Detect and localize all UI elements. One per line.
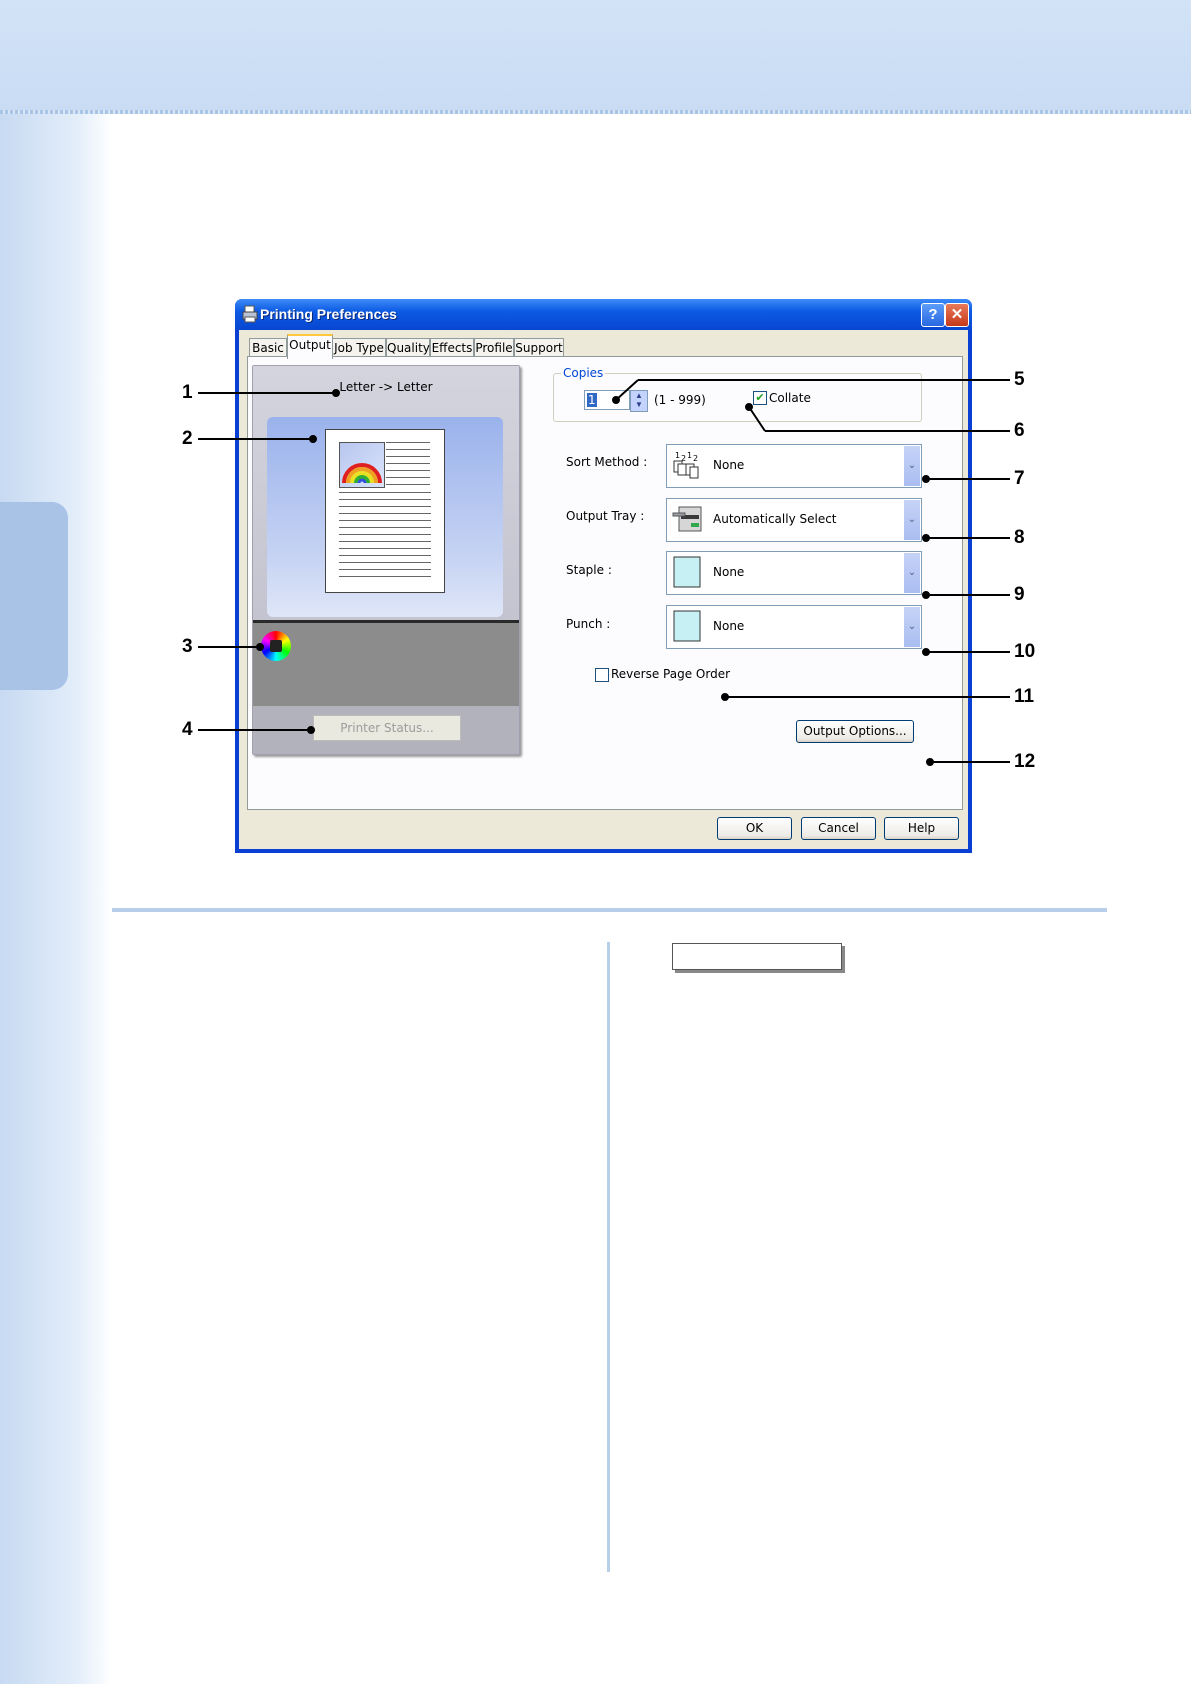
tab-basic[interactable]: Basic: [249, 338, 287, 357]
svg-text:2: 2: [693, 454, 698, 463]
output-tab-panel: Letter -> Letter Printer Status... Copie…: [247, 356, 963, 810]
preview-top: Letter -> Letter: [253, 366, 519, 620]
dialog-client-area: Basic Output Job Type Quality Effects Pr…: [239, 330, 968, 849]
svg-text:1: 1: [675, 451, 680, 460]
close-icon: ✕: [950, 306, 964, 323]
preview-options-area: [253, 620, 519, 709]
header-band-edge: [0, 110, 1191, 114]
page-header-band: [0, 0, 1191, 112]
tab-quality[interactable]: Quality: [386, 338, 430, 357]
punch-value: None: [713, 619, 745, 633]
chevron-down-icon[interactable]: ⌄: [904, 607, 920, 647]
paper-size-label: Letter -> Letter: [339, 380, 433, 394]
page-preview-area: [267, 417, 503, 617]
window-title: Printing Preferences: [260, 306, 397, 322]
chevron-down-icon[interactable]: ⌄: [904, 553, 920, 593]
text-lines-graphic: [339, 492, 431, 583]
sort-pages-icon: 12 12: [673, 451, 699, 479]
callout-9: 9: [1014, 584, 1025, 605]
chevron-down-icon[interactable]: ⌄: [904, 446, 920, 486]
title-bar: Printing Preferences ? ✕: [235, 299, 972, 330]
collate-checkbox[interactable]: ✔: [753, 391, 767, 405]
reverse-page-order-label: Reverse Page Order: [611, 667, 731, 681]
blank-label-box: [672, 943, 842, 970]
callout-12: 12: [1014, 751, 1036, 772]
punch-none-icon: [673, 610, 701, 642]
callout-11: 11: [1014, 686, 1035, 707]
reverse-page-order-checkbox[interactable]: [595, 668, 609, 682]
printing-preferences-dialog: Printing Preferences ? ✕ Basic Output Jo…: [235, 299, 972, 853]
page-side-band: [0, 114, 112, 1684]
sort-method-select[interactable]: 12 12 None ⌄: [666, 444, 922, 488]
callout-8: 8: [1014, 527, 1025, 548]
text-lines-graphic: [386, 442, 430, 491]
tab-effects[interactable]: Effects: [430, 338, 474, 357]
staple-select[interactable]: None ⌄: [666, 551, 922, 595]
output-tray-value: Automatically Select: [713, 512, 837, 526]
copies-group: Copies 1 ▲ ▼ (1 - 999) ✔ Collate: [553, 366, 922, 422]
chevron-down-icon[interactable]: ⌄: [904, 500, 920, 540]
copies-input[interactable]: 1: [584, 390, 630, 410]
chapter-side-tab: [0, 502, 68, 690]
rainbow-image-icon: [339, 442, 385, 488]
spin-up-icon[interactable]: ▲: [631, 391, 647, 400]
page-preview: [325, 429, 445, 593]
svg-text:1: 1: [687, 451, 692, 460]
staple-none-icon: [673, 556, 701, 588]
output-preview-pane: Letter -> Letter Printer Status...: [252, 365, 520, 755]
callout-7: 7: [1014, 468, 1025, 489]
output-tray-select[interactable]: Automatically Select ⌄: [666, 498, 922, 542]
tab-output[interactable]: Output: [287, 334, 333, 359]
copies-spinner[interactable]: ▲ ▼: [630, 390, 648, 412]
punch-label: Punch :: [566, 617, 611, 631]
staple-label: Staple :: [566, 563, 612, 577]
callout-6: 6: [1014, 420, 1025, 441]
punch-select[interactable]: None ⌄: [666, 605, 922, 649]
help-button[interactable]: Help: [884, 817, 959, 840]
ok-button[interactable]: OK: [717, 817, 792, 840]
output-tray-icon: [672, 506, 702, 532]
callout-10: 10: [1014, 641, 1036, 662]
tab-profile[interactable]: Profile: [474, 338, 514, 357]
sort-method-label: Sort Method :: [566, 455, 648, 469]
copies-range: (1 - 999): [654, 393, 706, 407]
question-icon: ?: [928, 306, 938, 323]
output-tray-label: Output Tray :: [566, 509, 645, 523]
sort-method-value: None: [713, 458, 745, 472]
section-divider: [112, 908, 1107, 912]
color-mode-icon: [261, 631, 291, 661]
collate-label: Collate: [769, 391, 811, 405]
copies-value: 1: [587, 393, 597, 407]
printer-icon: [242, 305, 258, 323]
preview-bottom: Printer Status...: [253, 706, 519, 754]
copies-legend: Copies: [561, 366, 606, 380]
spin-down-icon[interactable]: ▼: [631, 400, 647, 409]
close-title-button[interactable]: ✕: [945, 303, 969, 327]
staple-value: None: [713, 565, 745, 579]
cancel-button[interactable]: Cancel: [801, 817, 876, 840]
callout-4: 4: [182, 719, 193, 740]
output-options-button[interactable]: Output Options...: [796, 720, 914, 743]
tab-support[interactable]: Support: [514, 338, 564, 357]
callout-1: 1: [182, 382, 193, 403]
help-title-button[interactable]: ?: [921, 303, 945, 327]
printer-status-button[interactable]: Printer Status...: [313, 715, 461, 741]
callout-3: 3: [182, 636, 193, 657]
tab-job-type[interactable]: Job Type: [332, 338, 386, 357]
callout-5: 5: [1014, 369, 1025, 390]
column-divider: [607, 942, 610, 1572]
callout-2: 2: [182, 428, 193, 449]
